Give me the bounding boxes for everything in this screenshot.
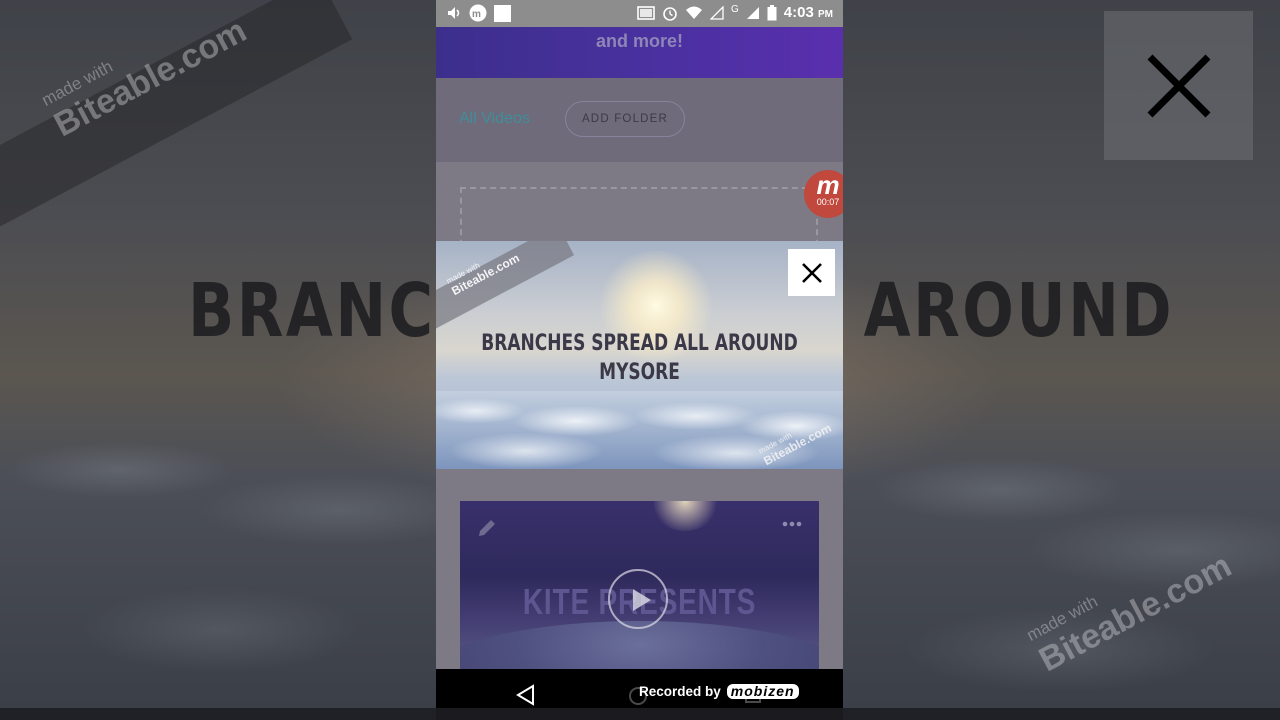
mobizen-brand: mobizen xyxy=(726,684,799,699)
close-preview-button[interactable] xyxy=(788,249,835,296)
banner-text: and more! xyxy=(595,31,683,51)
videos-toolbar: All Videos ADD FOLDER xyxy=(436,78,843,162)
recorded-by-label: Recorded by xyxy=(639,684,721,699)
phone-screen: m G 4:03 PM and more! All Videos ADD FOL… xyxy=(436,0,843,720)
mobizen-status-icon: m xyxy=(469,4,487,22)
backdrop-heading-right: AROUND xyxy=(863,268,1175,354)
card-glow xyxy=(650,501,720,531)
edit-pencil-icon[interactable] xyxy=(476,517,498,539)
preview-title: BRANCHES SPREAD ALL AROUND MYSORE xyxy=(464,329,814,387)
recorded-by-watermark: Recorded by mobizen xyxy=(639,684,799,699)
back-icon[interactable] xyxy=(516,684,536,706)
status-bar: m G 4:03 PM xyxy=(436,0,843,27)
video-preview-popup: made with Biteable.com made with Biteabl… xyxy=(436,241,843,469)
svg-text:m: m xyxy=(472,9,481,20)
add-folder-button[interactable]: ADD FOLDER xyxy=(565,101,685,137)
close-icon xyxy=(1147,54,1210,117)
play-icon[interactable] xyxy=(608,569,668,629)
alarm-icon xyxy=(663,6,677,21)
wifi-icon xyxy=(686,6,703,19)
bottom-strip xyxy=(0,708,1280,720)
recording-timer: 00:07 xyxy=(816,197,840,207)
cast-icon xyxy=(637,5,655,20)
square-notification-icon xyxy=(494,4,511,22)
network-type-label: G xyxy=(731,4,739,15)
battery-icon xyxy=(767,4,777,20)
close-icon xyxy=(801,262,822,283)
signal-icon xyxy=(746,6,759,19)
video-card[interactable]: KITE PRESENTS xyxy=(460,501,819,669)
volume-icon xyxy=(448,7,460,19)
clock: 4:03 PM xyxy=(783,4,833,21)
signal-icon xyxy=(710,5,724,20)
close-overlay-button[interactable] xyxy=(1104,11,1253,160)
mobizen-logo-icon: m xyxy=(816,170,840,200)
promo-banner: and more! xyxy=(436,27,843,78)
preview-title-line2: MYSORE xyxy=(599,360,680,385)
preview-title-line1: BRANCHES SPREAD ALL AROUND xyxy=(481,331,798,356)
more-dots-icon[interactable] xyxy=(782,521,802,527)
tab-all-videos[interactable]: All Videos xyxy=(459,110,530,128)
